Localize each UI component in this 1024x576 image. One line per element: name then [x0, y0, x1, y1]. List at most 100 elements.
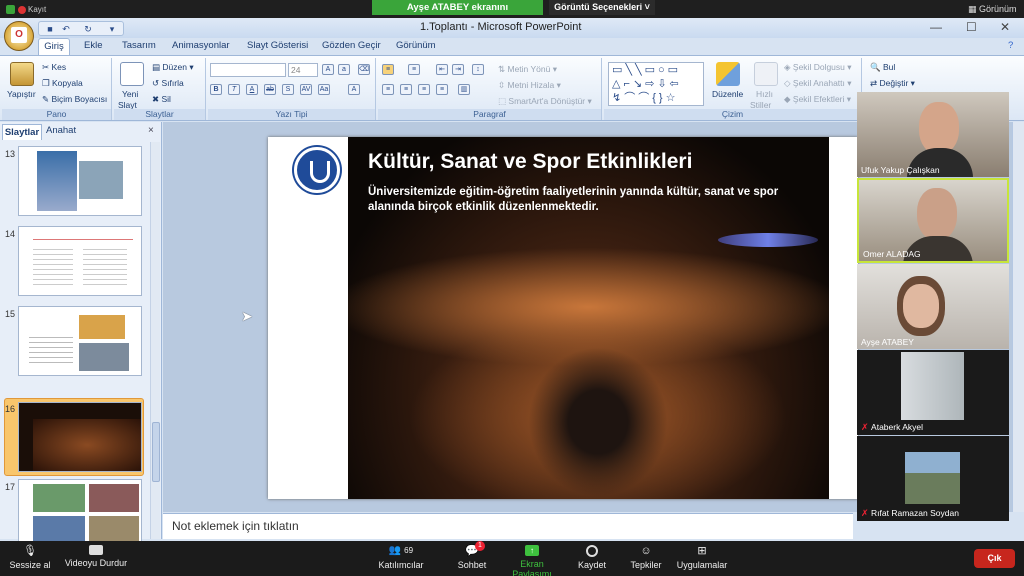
view-button[interactable]: ▦ Görünüm	[968, 4, 1017, 15]
align-right-icon[interactable]: ≡	[418, 84, 430, 95]
undo-icon[interactable]: ↶	[61, 24, 71, 34]
participant-video	[919, 102, 959, 154]
shape-fill-button[interactable]: ◈ Şekil Dolgusu ▾	[784, 62, 852, 73]
share-screen-button[interactable]: ↑ Ekran Paylaşımı	[500, 541, 564, 576]
tab-review[interactable]: Gözden Geçir	[322, 40, 381, 51]
tab-design[interactable]: Tasarım	[122, 40, 156, 51]
participant-tile[interactable]: ✗ Ataberk Akyel	[857, 350, 1009, 435]
slide-thumbnail-15[interactable]	[18, 306, 142, 376]
thumbnail-number: 13	[5, 149, 16, 159]
paste-label[interactable]: Yapıştır	[7, 89, 36, 99]
bold-icon[interactable]: B	[210, 84, 222, 95]
quick-styles-label[interactable]: Hızlı	[756, 89, 773, 99]
align-text-button[interactable]: ⇳ Metni Hizala ▾	[498, 80, 561, 91]
smartart-button[interactable]: ⬚ SmartArt'a Dönüştür ▾	[498, 96, 592, 107]
shape-outline-button[interactable]: ◇ Şekil Anahattı ▾	[784, 78, 852, 89]
chat-button[interactable]: 💬 1 Sohbet	[452, 541, 492, 570]
cut-button[interactable]: ✂ Kes	[42, 62, 66, 73]
slide-thumbnail-14[interactable]	[18, 226, 142, 296]
leave-button[interactable]: Çık	[974, 549, 1015, 568]
clear-format-icon[interactable]: ⌫	[358, 64, 370, 75]
chevron-down-icon[interactable]: ▾	[107, 24, 117, 34]
reset-button[interactable]: ↺ Sıfırla	[152, 78, 184, 89]
strikethrough-icon[interactable]: ab	[264, 84, 276, 95]
close-icon[interactable]: ✕	[1000, 20, 1010, 34]
paste-icon[interactable]	[10, 62, 34, 86]
layout-button[interactable]: ▤ Düzen ▾	[152, 62, 194, 73]
slide-thumbnail-16[interactable]	[18, 402, 142, 472]
shadow-icon[interactable]: S	[282, 84, 294, 95]
group-slides: Yeni Slayt ▤ Düzen ▾ ↺ Sıfırla ✖ Sil Sla…	[114, 58, 206, 120]
participant-tile-active[interactable]: Omer ALADAG	[857, 178, 1009, 263]
maximize-icon[interactable]: ☐	[966, 20, 977, 34]
replace-button[interactable]: ⇄ Değiştir ▾	[870, 78, 915, 89]
arrange-icon[interactable]	[716, 62, 740, 86]
mute-button[interactable]: 🎙 Sessize al	[8, 541, 52, 570]
align-left-icon[interactable]: ≡	[382, 84, 394, 95]
participant-video	[903, 284, 939, 328]
underline-icon[interactable]: A	[246, 84, 258, 95]
tab-animations[interactable]: Animasyonlar	[172, 40, 230, 51]
view-options-button[interactable]: Görüntü Seçenekleri ˅	[549, 0, 655, 15]
participant-tile[interactable]: Ayşe ATABEY	[857, 264, 1009, 349]
redo-icon[interactable]: ↻	[83, 24, 93, 34]
zoom-toolbar: 🎙 Sessize al Videoyu Durdur 👥 69 Katılım…	[0, 541, 1024, 576]
spacing-icon[interactable]: AV	[300, 84, 312, 95]
justify-icon[interactable]: ≡	[436, 84, 448, 95]
shapes-gallery[interactable]: ▭╲╲▭○▭ △⌐↘⇨⇩⇦ ↯⌒⌒{}☆	[608, 62, 704, 106]
slide-thumbnail-13[interactable]	[18, 146, 142, 216]
tab-slides[interactable]: Slaytlar	[2, 124, 42, 140]
tab-home[interactable]: Giriş	[38, 38, 70, 55]
shrink-font-icon[interactable]: a	[338, 64, 350, 75]
font-size-input[interactable]: 24	[288, 63, 318, 77]
tab-insert[interactable]: Ekle	[84, 40, 102, 51]
new-slide-icon[interactable]	[120, 62, 144, 86]
participants-button[interactable]: 👥 69 Katılımcılar	[376, 541, 426, 570]
slide-scrollbar[interactable]	[1012, 122, 1024, 512]
participant-tile[interactable]: Ufuk Yakup Çalışkan	[857, 92, 1009, 177]
thumbnails-scrollbar[interactable]	[150, 142, 160, 539]
minimize-icon[interactable]: —	[930, 20, 942, 34]
slide-body-text[interactable]: Üniversitemizde eğitim-öğretim faaliyetl…	[368, 185, 788, 215]
align-center-icon[interactable]: ≡	[400, 84, 412, 95]
text-direction-button[interactable]: ⇅ Metin Yönü ▾	[498, 64, 557, 75]
delete-slide-button[interactable]: ✖ Sil	[152, 94, 171, 105]
columns-icon[interactable]: ▥	[458, 84, 470, 95]
grow-font-icon[interactable]: A	[322, 64, 334, 75]
help-icon[interactable]: ?	[1008, 40, 1013, 51]
line-spacing-icon[interactable]: ↕	[472, 64, 484, 75]
slide-thumbnail-17[interactable]	[18, 479, 142, 541]
reactions-button[interactable]: ☺ Tepkiler	[626, 541, 666, 570]
font-color-icon[interactable]: A	[348, 84, 360, 95]
shape-effects-button[interactable]: ◆ Şekil Efektleri ▾	[784, 94, 851, 105]
participant-tile[interactable]: ✗ Rıfat Ramazan Soydan	[857, 436, 1009, 521]
tab-view[interactable]: Görünüm	[396, 40, 436, 51]
participant-avatar	[901, 352, 964, 420]
numbering-icon[interactable]: ≡	[408, 64, 420, 75]
current-slide[interactable]: Kültür, Sanat ve Spor Etkinlikleri Ünive…	[268, 137, 858, 499]
new-slide-label[interactable]: Yeni	[122, 89, 138, 99]
slide-title[interactable]: Kültür, Sanat ve Spor Etkinlikleri	[368, 150, 692, 174]
tab-outline[interactable]: Anahat	[46, 125, 76, 136]
record-label: Kaydet	[577, 560, 607, 570]
record-button[interactable]: Kaydet	[574, 541, 610, 570]
format-painter-button[interactable]: ✎ Biçim Boyacısı	[42, 94, 107, 105]
change-case-icon[interactable]: Aa	[318, 84, 330, 95]
quick-styles-icon[interactable]	[754, 62, 778, 86]
save-icon[interactable]: ■	[45, 24, 55, 34]
bullets-icon[interactable]: ≡	[382, 64, 394, 75]
font-name-input[interactable]	[210, 63, 286, 77]
stop-video-button[interactable]: Videoyu Durdur	[62, 541, 130, 568]
delete-label: Sil	[161, 94, 171, 104]
find-button[interactable]: 🔍 Bul	[870, 62, 895, 73]
copy-button[interactable]: ❐ Kopyala	[42, 78, 83, 89]
decrease-indent-icon[interactable]: ⇤	[436, 64, 448, 75]
close-panel-icon[interactable]: ×	[148, 125, 154, 136]
tab-slideshow[interactable]: Slayt Gösterisi	[247, 40, 308, 51]
increase-indent-icon[interactable]: ⇥	[452, 64, 464, 75]
scrollbar-thumb[interactable]	[152, 422, 160, 482]
apps-button[interactable]: ⊞ Uygulamalar	[674, 541, 730, 570]
arrange-label[interactable]: Düzenle	[712, 89, 743, 99]
italic-icon[interactable]: T	[228, 84, 240, 95]
notes-pane[interactable]: Not eklemek için tıklatın	[163, 513, 853, 539]
